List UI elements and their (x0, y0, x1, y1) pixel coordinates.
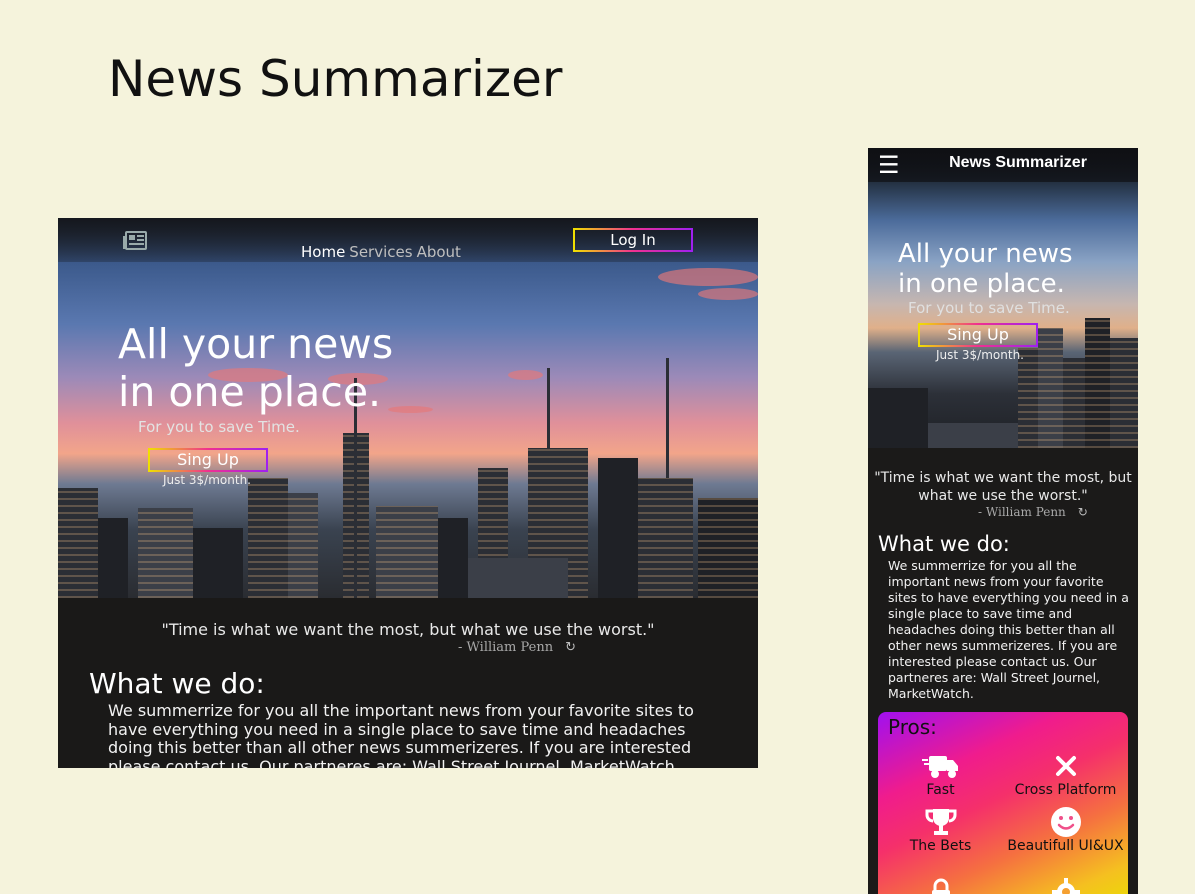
hero-subheadline: For you to save Time. (138, 418, 300, 436)
pro-item-the-bets: The Bets (878, 806, 1003, 854)
pro-label-cross-platform: Cross Platform (1014, 782, 1117, 798)
refresh-icon[interactable]: ↻ (565, 640, 576, 655)
mobile-quote-author-row: - William Penn ↻ (978, 505, 1088, 519)
nav-link-home[interactable]: Home (301, 243, 345, 261)
newspaper-icon[interactable] (123, 230, 147, 254)
nav-link-about[interactable]: About (417, 243, 461, 261)
mobile-topbar: ☰ News Summarizer (868, 148, 1138, 182)
mobile-hero-headline: All your news in one place. (898, 239, 1073, 299)
mobile-hero-subheadline: For you to save Time. (908, 299, 1070, 317)
mobile-signup-button[interactable]: Sing Up (918, 323, 1038, 347)
pros-card: Pros: Fast Cross Platform The Bets Beaut… (878, 712, 1128, 894)
pro-item-cross-platform: Cross Platform (1003, 750, 1128, 798)
close-icon (1003, 750, 1128, 782)
quote-author: - William Penn (458, 640, 554, 655)
quote-author-row: - William Penn ↻ (458, 640, 576, 655)
mobile-what-we-do-title: What we do: (878, 532, 1010, 556)
what-we-do-title: What we do: (89, 667, 265, 700)
hero-headline-line1: All your news (118, 320, 394, 368)
gear-icon (1003, 876, 1128, 894)
refresh-icon[interactable]: ↻ (1078, 505, 1088, 519)
hero-headline: All your news in one place. (118, 320, 393, 416)
trophy-icon (878, 806, 1003, 838)
lock-icon (878, 876, 1003, 894)
pro-label-fast: Fast (926, 782, 955, 798)
desktop-nav: Home Services About (301, 243, 465, 261)
truck-icon (878, 750, 1003, 782)
price-note: Just 3$/month. (163, 473, 251, 487)
quote-text: "Time is what we want the most, but what… (161, 620, 655, 639)
mobile-app-title: News Summarizer (949, 154, 1087, 171)
mobile-quote-author: - William Penn (978, 505, 1066, 519)
pro-item-partial-2 (1003, 876, 1128, 894)
pro-label-the-bets: The Bets (909, 838, 972, 854)
what-we-do-text: We summerrize for you all the important … (108, 701, 694, 768)
mobile-quote-text: "Time is what we want the most, but what… (874, 470, 1132, 504)
mobile-headline-line2: in one place. (898, 269, 1065, 299)
page-title: News Summarizer (108, 50, 563, 108)
desktop-preview: Home Services About Log In All your news i… (58, 218, 758, 768)
mobile-city-skyline-image (868, 298, 1138, 448)
mobile-what-we-do-text: We summerrize for you all the important … (888, 558, 1129, 701)
nav-link-services[interactable]: Services (349, 243, 412, 261)
mobile-price-note: Just 3$/month. (936, 348, 1024, 362)
mobile-headline-line1: All your news (898, 239, 1073, 269)
desktop-hero: Home Services About Log In All your news i… (58, 218, 758, 598)
hero-headline-line2: in one place. (118, 368, 382, 416)
mobile-preview: ☰ News Summarizer All your news in one p… (868, 148, 1138, 894)
smiley-icon (1003, 806, 1128, 838)
pro-item-fast: Fast (878, 750, 1003, 798)
pro-item-partial (878, 876, 1003, 894)
pros-title: Pros: (888, 715, 937, 739)
pro-label-beautifull-ui: Beautifull UI&UX (1007, 838, 1124, 854)
pro-item-beautifull-ui: Beautifull UI&UX (1003, 806, 1128, 854)
mobile-hero: ☰ News Summarizer All your news in one p… (868, 148, 1138, 448)
signup-button[interactable]: Sing Up (148, 448, 268, 472)
login-button[interactable]: Log In (573, 228, 693, 252)
